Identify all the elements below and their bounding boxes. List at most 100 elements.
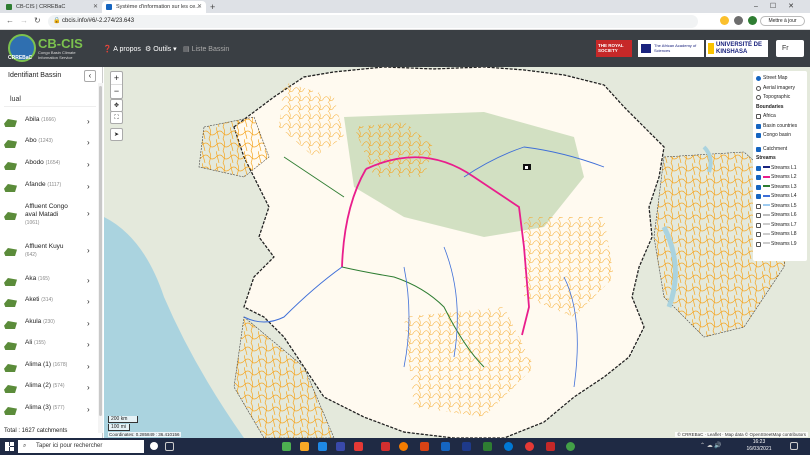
app-icon[interactable] — [381, 442, 390, 451]
aas-logo[interactable]: The African Academy of Sciences — [638, 40, 704, 57]
streams-heading: Streams — [756, 155, 776, 161]
system-tray[interactable]: ⌃ ☁ 🔊 — [700, 442, 722, 449]
app-icon[interactable] — [462, 442, 471, 451]
app-icon[interactable] — [399, 442, 408, 451]
excel-icon[interactable] — [483, 442, 492, 451]
layer-stream-l1[interactable]: Streams L1 — [755, 164, 805, 174]
checkbox-icon[interactable] — [756, 165, 761, 171]
language-select[interactable]: Fr — [776, 40, 804, 57]
task-view-icon[interactable] — [165, 442, 174, 451]
zoom-out-button[interactable]: − — [111, 85, 122, 98]
stream-swatch — [763, 175, 770, 178]
layer-congo-basin[interactable]: Congo basin — [755, 131, 805, 141]
layer-stream-l5[interactable]: Streams L5 — [755, 202, 805, 212]
menu-outils[interactable]: ⚙ Outils ▾ — [145, 45, 177, 53]
edge-icon[interactable] — [504, 442, 513, 451]
map-attribution[interactable]: © CRREBaC · Leaflet · Map data © OpenStr… — [675, 432, 808, 437]
profile-icon[interactable] — [748, 16, 757, 25]
radio-icon[interactable] — [756, 76, 761, 81]
layer-stream-l9[interactable]: Streams L9 — [755, 240, 805, 250]
locate-icon[interactable]: ➤ — [110, 128, 123, 141]
checkbox-icon[interactable] — [756, 184, 761, 190]
layer-label: Streams L5 — [771, 202, 797, 209]
radio-icon[interactable] — [756, 95, 761, 100]
taskbar-search[interactable]: ⌕ Taper ici pour rechercher — [18, 440, 144, 453]
extension-icon[interactable] — [734, 16, 743, 25]
app-icon[interactable] — [354, 442, 363, 451]
unikin-logo[interactable]: UNIVERSITÉ DE KINSHASA — [706, 40, 768, 57]
layer-catchment[interactable]: Catchment — [755, 145, 805, 155]
file-explorer-icon[interactable] — [300, 442, 309, 451]
stream-swatch — [763, 194, 770, 197]
cortana-icon[interactable] — [150, 442, 158, 450]
checkbox-icon[interactable] — [756, 232, 761, 237]
basin-icon — [4, 140, 17, 148]
close-tab-icon[interactable]: ✕ — [197, 1, 202, 13]
browser-tab-active[interactable]: Système d'information sur les ce... ✕ — [102, 1, 206, 13]
url-input[interactable]: 🔒 cbcis.info/#6/-2.274/23.643 — [48, 15, 698, 28]
checkbox-icon[interactable] — [756, 123, 761, 129]
sidebar-scrollbar[interactable] — [98, 83, 103, 433]
base-topographic[interactable]: Topographic — [755, 93, 805, 103]
layer-label: Africa — [763, 113, 776, 119]
item-count: (1654) — [45, 160, 61, 166]
checkbox-icon[interactable] — [756, 114, 761, 119]
layer-basin-countries[interactable]: Basin countries — [755, 122, 805, 132]
checkbox-icon[interactable] — [756, 175, 761, 180]
checkbox-icon[interactable] — [756, 194, 761, 199]
clock[interactable]: 16:23 16/03/2021 — [744, 439, 774, 453]
acrobat-icon[interactable] — [546, 442, 555, 451]
app-icon[interactable] — [282, 442, 291, 451]
update-button[interactable]: Mettre à jour — [760, 16, 805, 26]
mail-icon[interactable] — [318, 442, 327, 451]
fullscreen-icon[interactable]: ⛶ — [110, 111, 123, 124]
base-aerial[interactable]: Aerial imagery — [755, 84, 805, 94]
menu-apropos[interactable]: ❓ A propos — [103, 45, 141, 53]
layer-stream-l4[interactable]: Streams L4 — [755, 192, 805, 202]
checkbox-icon[interactable] — [756, 133, 761, 138]
checkbox-icon[interactable] — [756, 241, 761, 247]
scrollbar-thumb[interactable] — [99, 86, 102, 416]
forward-icon[interactable]: → — [20, 16, 28, 25]
app-icon[interactable] — [566, 442, 575, 451]
menu-liste-bassin[interactable]: ▤ Liste Bassin — [183, 45, 229, 53]
collapse-sidebar-button[interactable]: ‹ — [84, 70, 96, 82]
item-name: Affluent Congo aval Matadi — [25, 203, 68, 218]
window-controls[interactable]: –☐✕ — [754, 0, 806, 13]
map-canvas[interactable] — [104, 67, 810, 438]
word-icon[interactable] — [441, 442, 450, 451]
layer-africa[interactable]: Africa — [755, 112, 805, 122]
chrome-icon[interactable] — [525, 442, 534, 451]
notifications-icon[interactable] — [790, 442, 798, 450]
scale-bar: 200 km 100 mi — [108, 416, 138, 432]
back-icon[interactable]: ← — [6, 16, 14, 25]
close-tab-icon[interactable]: ✕ — [93, 1, 98, 13]
checkbox-icon[interactable] — [756, 213, 761, 218]
layer-stream-l6[interactable]: Streams L6 — [755, 211, 805, 221]
layer-stream-l3[interactable]: Streams L3 — [755, 183, 805, 193]
layer-stream-l7[interactable]: Streams L7 — [755, 221, 805, 231]
site-logo[interactable]: CB-CIS Congo Basin Climate Information S… — [8, 34, 88, 63]
powerpoint-icon[interactable] — [420, 442, 429, 451]
search-input[interactable]: lual — [4, 93, 96, 107]
sidebar: Identifiant Bassin ‹ lual Abila (1666) › … — [0, 67, 103, 438]
star-icon[interactable] — [720, 16, 729, 25]
boundaries-heading: Boundaries — [756, 103, 784, 110]
layer-stream-l2[interactable]: Streams L2 — [755, 173, 805, 183]
map-marker[interactable] — [523, 164, 531, 170]
windows-start-icon[interactable] — [5, 442, 14, 451]
checkbox-icon[interactable] — [756, 222, 761, 228]
reload-icon[interactable]: ↻ — [34, 16, 41, 25]
layer-stream-l8[interactable]: Streams L8 — [755, 230, 805, 240]
zoom-in-button[interactable]: + — [111, 72, 122, 85]
royal-society-logo[interactable]: THE ROYAL SOCIETY — [596, 40, 632, 57]
new-tab-button[interactable]: + — [210, 1, 215, 13]
base-street-map[interactable]: Street Map — [755, 74, 805, 84]
item-count: (1678) — [52, 362, 68, 368]
app-icon[interactable] — [336, 442, 345, 451]
checkbox-icon[interactable] — [756, 146, 761, 152]
browser-tab[interactable]: CB-CIS | CRREBaC ✕ — [2, 1, 102, 13]
checkbox-icon[interactable] — [756, 203, 761, 209]
radio-icon[interactable] — [756, 85, 761, 91]
layer-label: Basin countries — [763, 122, 798, 129]
